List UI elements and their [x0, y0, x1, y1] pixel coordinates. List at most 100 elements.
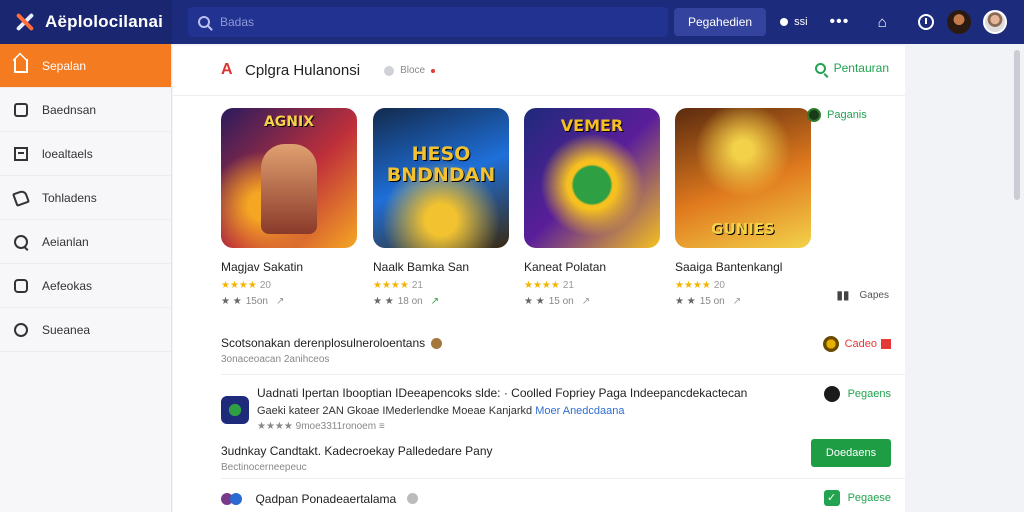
- section-badge[interactable]: Cadeo: [822, 336, 891, 352]
- thumbnail-text: GUNIES: [711, 220, 775, 238]
- game-thumbnail[interactable]: AGNIX: [221, 108, 357, 248]
- search-icon: [14, 234, 28, 249]
- scrollbar[interactable]: [1014, 50, 1020, 200]
- grid-icon: [14, 102, 28, 117]
- list-item[interactable]: Uadnati Ipertan Ibooptian IDeeapencoks s…: [221, 386, 821, 432]
- meta-text: 15 on: [548, 296, 574, 307]
- trend-icon: ↗: [430, 296, 440, 307]
- row-title: Qadpan Ponadeaertalama: [255, 492, 397, 506]
- sort-icon: [384, 65, 395, 76]
- sidebar-item-tohladens[interactable]: Tohladens: [0, 176, 171, 220]
- sidebar-item-label: Aeianlan: [42, 234, 89, 249]
- row-action[interactable]: Pegaens: [823, 386, 891, 402]
- game-cards: AGNIX Magjav Sakatin ★★★★ 20 ★ ★ 15on ↗ HES…: [221, 108, 821, 318]
- star-icon: ★ ★: [373, 296, 394, 307]
- main-panel: A Cplgra Hulanonsi Bloce Pentauran AGNIX…: [173, 46, 905, 512]
- sidebar-item-loealtaels[interactable]: loealtaels: [0, 132, 171, 176]
- game-card[interactable]: HESO BNDNDAN Naalk Bamka San ★★★★ 21 ★ ★ 1…: [373, 108, 509, 307]
- avatar[interactable]: [947, 10, 972, 34]
- top-bar: Aëplolocilanai Pegahedien ssi ••• ⌂: [0, 0, 1024, 44]
- row-description: Gaeki kateer 2AN Gkoae IMederlendke Moea…: [257, 405, 821, 417]
- sidebar-item-baednsan[interactable]: Baednsan: [0, 88, 171, 132]
- card-title: Saaiga Bantenkangl: [675, 260, 783, 274]
- rating-text: 21: [562, 280, 574, 291]
- search-input[interactable]: [220, 15, 620, 29]
- meta-text: 15on: [245, 296, 268, 307]
- info-icon: [406, 493, 418, 505]
- sidebar-item-label: loealtaels: [42, 146, 93, 161]
- game-card[interactable]: VEMER Kaneat Polatan ★★★★ 21 ★ ★ 15 on ↗: [524, 108, 660, 307]
- divider: [221, 374, 905, 375]
- badge-icon: [807, 108, 821, 122]
- row-title: 3udnkay Candtakt. Kadecroekay Pallededar…: [221, 444, 493, 458]
- section-header: Scotsonakan derenplosulneroloentans 3ona…: [221, 336, 891, 365]
- clock-icon[interactable]: [915, 11, 937, 33]
- card-rating: ★★★★ 21: [373, 280, 509, 291]
- more-icon[interactable]: •••: [830, 13, 850, 31]
- rating-text: 20: [259, 280, 271, 291]
- brand[interactable]: Aëplolocilanai: [0, 0, 172, 44]
- search-icon: [198, 16, 210, 28]
- game-thumbnail[interactable]: HESO BNDNDAN: [373, 108, 509, 248]
- rating-stars: ★★★★: [221, 280, 257, 291]
- sidebar-item-label: Tohladens: [42, 190, 97, 205]
- row-action-label: Pegaens: [847, 388, 891, 400]
- card-meta: ★ ★ 15on ↗: [221, 296, 357, 307]
- check-icon: ✓: [823, 490, 840, 506]
- right-meta[interactable]: ▮▮ Gapes: [836, 288, 889, 302]
- list-item[interactable]: Qadpan Ponadeaertalama: [221, 490, 821, 508]
- row-link[interactable]: Moer Anedcdaana: [535, 405, 624, 417]
- right-badge[interactable]: Paganis: [807, 108, 891, 122]
- status-dot-icon: [780, 18, 789, 26]
- app-title: Aëplolocilanai: [45, 12, 164, 31]
- rating-stars: ★★★★: [524, 280, 560, 291]
- card-rating: ★★★★ 20: [221, 280, 357, 291]
- list-item[interactable]: 3udnkay Candtakt. Kadecroekay Pallededar…: [221, 444, 821, 473]
- thumbnail-text: AGNIX: [263, 114, 315, 130]
- section-badge-label: Cadeo: [844, 338, 877, 350]
- coin-icon: [822, 336, 839, 352]
- coin-icon: [14, 322, 28, 337]
- box-icon: [14, 146, 28, 161]
- sidebar-item-label: Sueanea: [42, 322, 91, 337]
- right-meta-label: Gapes: [859, 289, 889, 301]
- avatar: [823, 386, 840, 402]
- card-title: Naalk Bamka San: [373, 260, 470, 274]
- game-card[interactable]: AGNIX Magjav Sakatin ★★★★ 20 ★ ★ 15on ↗: [221, 108, 357, 307]
- sidebar-item-label: Sepalan: [42, 58, 87, 73]
- flag-icon: [881, 339, 891, 349]
- section-subtitle: 3onaceoacan 2anihceos: [221, 354, 330, 365]
- game-thumbnail[interactable]: VEMER: [524, 108, 660, 248]
- sidebar-item-sueanea[interactable]: Sueanea: [0, 308, 171, 352]
- rating-text: 21: [411, 280, 423, 291]
- star-icon: ★ ★: [221, 296, 242, 307]
- divider: [221, 478, 905, 479]
- header-search-link[interactable]: Pentauran: [814, 61, 889, 75]
- download-button[interactable]: Doedaens: [811, 439, 891, 467]
- card-title: Kaneat Polatan: [524, 260, 607, 274]
- page-title: Cplgra Hulanonsi: [245, 62, 361, 79]
- trend-icon: ↗: [275, 296, 285, 307]
- trend-icon: ↗: [581, 296, 591, 307]
- user-avatar[interactable]: [983, 10, 1008, 34]
- sidebar-item-aeianlan[interactable]: Aeianlan: [0, 220, 171, 264]
- row-title: Uadnati Ipertan Ibooptian IDeeapencoks s…: [257, 386, 748, 400]
- primary-action-button[interactable]: Pegahedien: [674, 8, 767, 36]
- row-meta: ★★★★ 9moe3311ronoem ≡: [257, 421, 385, 432]
- sidebar-item-aefeokas[interactable]: Aefeokas: [0, 264, 171, 308]
- sort-dropdown[interactable]: Bloce: [384, 65, 436, 76]
- avatar-group: [221, 492, 251, 505]
- sidebar: Sepalan Baednsan loealtaels Tohladens Ae…: [0, 44, 172, 512]
- star-icon: ★ ★: [524, 296, 545, 307]
- status-indicator[interactable]: ssi: [780, 16, 808, 28]
- game-thumbnail[interactable]: GUNIES: [675, 108, 811, 248]
- notification-dot-icon: [431, 68, 436, 73]
- panel-header: A Cplgra Hulanonsi Bloce Pentauran: [173, 46, 905, 96]
- game-card[interactable]: GUNIES Saaiga Bantenkangl ★★★★ 20 ★ ★ 15 o…: [675, 108, 811, 307]
- sidebar-item-sepalan[interactable]: Sepalan: [0, 44, 171, 88]
- row-action[interactable]: ✓ Pegaese: [823, 490, 891, 506]
- app-logo-icon: [14, 11, 36, 33]
- search-bar[interactable]: [188, 7, 668, 37]
- row-action-label: Pegaese: [847, 492, 891, 504]
- home-icon[interactable]: ⌂: [871, 11, 893, 33]
